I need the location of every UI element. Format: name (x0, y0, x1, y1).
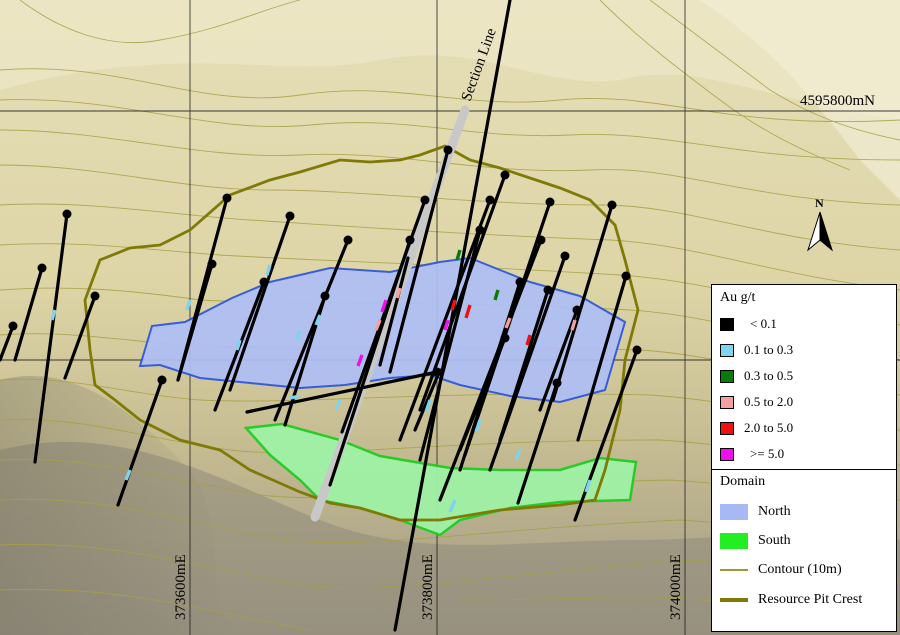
legend-label: 0.5 to 2.0 (744, 394, 794, 409)
legend-domain-item: South (720, 533, 791, 549)
legend-swatch (720, 395, 734, 409)
map-legend: Au g/t < 0.1 0.1 to 0.3 0.3 to 0.5 0.5 t… (711, 284, 897, 632)
legend-label: North (758, 504, 791, 519)
legend-label: >= 5.0 (750, 446, 785, 461)
legend-domain-item: North (720, 504, 791, 520)
easting-label-373800: 373800mE (420, 554, 436, 620)
legend-swatch (720, 504, 748, 520)
legend-au-item: 0.5 to 2.0 (720, 394, 793, 410)
easting-label-374000: 374000mE (668, 554, 684, 620)
legend-au-item: 0.1 to 0.3 (720, 342, 793, 358)
legend-swatch (720, 317, 734, 331)
legend-line-swatch (720, 598, 748, 602)
legend-label: 2.0 to 5.0 (744, 420, 794, 435)
northing-label: 4595800mN (800, 93, 875, 109)
legend-swatch (720, 421, 734, 435)
svg-text:N: N (815, 196, 824, 210)
legend-pit-item: Resource Pit Crest (720, 592, 862, 608)
legend-line-swatch (720, 569, 748, 571)
legend-au-item: < 0.1 (720, 316, 777, 332)
legend-divider (712, 469, 896, 470)
legend-swatch (720, 447, 734, 461)
legend-label: < 0.1 (750, 316, 777, 331)
legend-swatch (720, 343, 734, 357)
legend-swatch (720, 369, 734, 383)
legend-label: 0.1 to 0.3 (744, 342, 794, 357)
legend-label: Resource Pit Crest (758, 592, 863, 607)
legend-label: Contour (10m) (758, 562, 842, 577)
legend-contour-item: Contour (10m) (720, 562, 842, 578)
legend-domain-title: Domain (720, 474, 766, 489)
legend-au-item: 0.3 to 0.5 (720, 368, 793, 384)
legend-au-item: >= 5.0 (720, 446, 784, 462)
legend-au-title: Au g/t (720, 290, 756, 305)
legend-swatch (720, 533, 748, 549)
legend-label: 0.3 to 0.5 (744, 368, 794, 383)
legend-label: South (758, 533, 791, 548)
legend-au-item: 2.0 to 5.0 (720, 420, 793, 436)
easting-label-373600: 373600mE (173, 554, 189, 620)
